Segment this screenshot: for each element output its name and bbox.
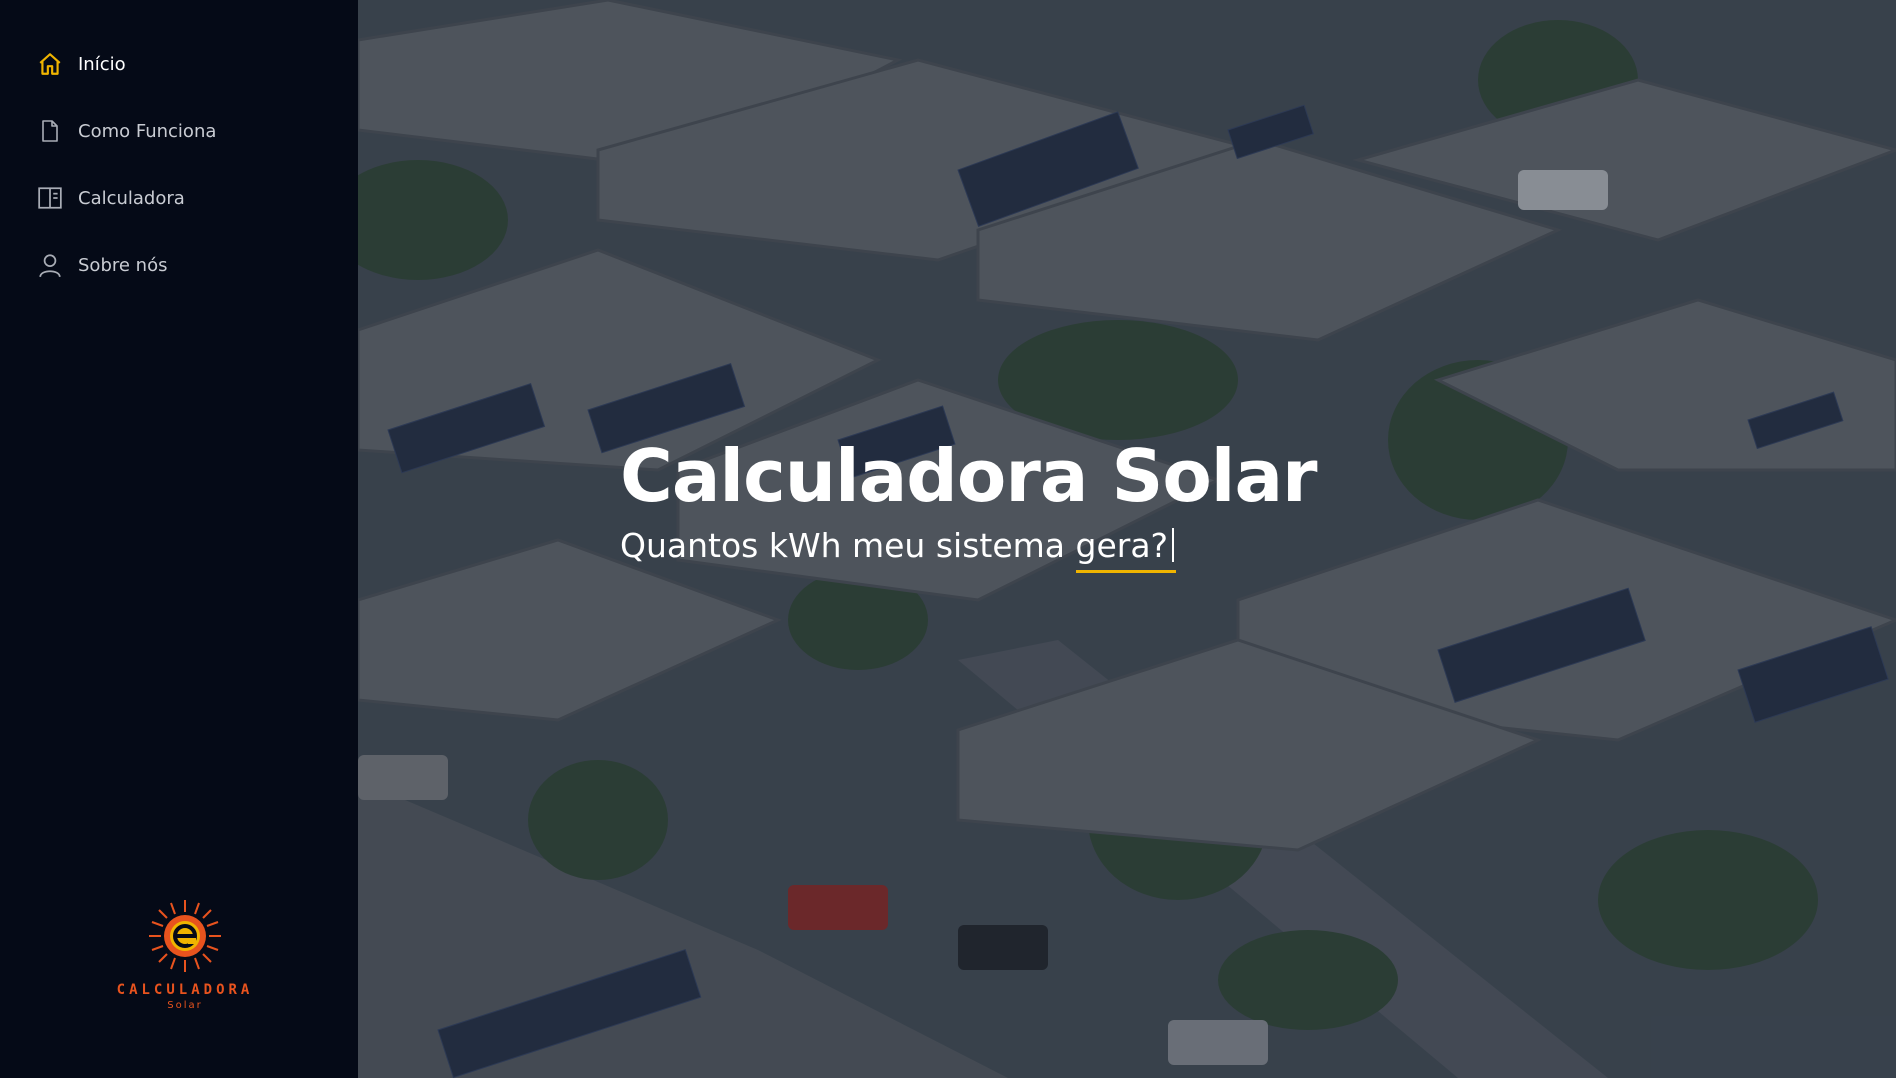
sidebar-item-label: Início	[78, 53, 126, 75]
document-icon	[36, 117, 64, 145]
hero-subtitle-typed: gera?	[1075, 526, 1176, 573]
sidebar-item-label: Calculadora	[78, 187, 185, 209]
brand-logo[interactable]: CALCULADORA Solar	[100, 898, 270, 1018]
sidebar-item-label: Sobre nós	[78, 254, 168, 276]
sidebar-item-label: Como Funciona	[78, 120, 217, 142]
hero-section: Calculadora Solar Quantos kWh meu sistem…	[358, 0, 1896, 1078]
sun-logo-icon	[149, 900, 221, 972]
logo-subtitle: Solar	[167, 1000, 203, 1011]
sidebar: Início Como Funciona Calculadora Sobre n…	[0, 0, 358, 1078]
sidebar-item-calculadora[interactable]: Calculadora	[36, 178, 336, 218]
sidebar-item-como-funciona[interactable]: Como Funciona	[36, 111, 336, 151]
user-icon	[36, 251, 64, 279]
hero-title: Calculadora Solar	[620, 434, 1318, 518]
typing-cursor	[1172, 528, 1175, 562]
sidebar-nav: Início Como Funciona Calculadora Sobre n…	[36, 44, 336, 312]
home-icon	[36, 50, 64, 78]
hero-subtitle-static: Quantos kWh meu sistema	[620, 526, 1076, 565]
sidebar-item-inicio[interactable]: Início	[36, 44, 336, 84]
hero-subtitle: Quantos kWh meu sistema gera?	[620, 526, 1176, 573]
sidebar-item-sobre-nos[interactable]: Sobre nós	[36, 245, 336, 285]
calculator-panel-icon	[36, 184, 64, 212]
logo-title: CALCULADORA	[116, 982, 254, 998]
